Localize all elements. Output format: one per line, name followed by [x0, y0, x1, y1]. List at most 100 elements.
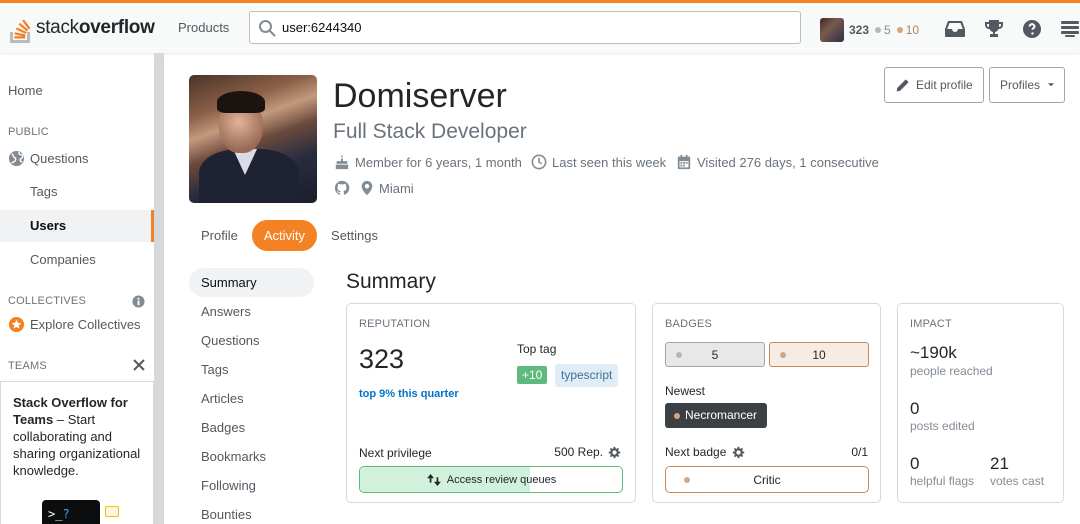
- privilege-name: Access review queues: [360, 467, 622, 492]
- impact-heading: IMPACT: [910, 318, 952, 330]
- search-box[interactable]: [249, 11, 801, 44]
- silver-badges-count: 5: [711, 347, 719, 362]
- top-tag-label: Top tag: [517, 342, 557, 356]
- close-icon[interactable]: [133, 359, 145, 371]
- top-tag-score: +10: [517, 366, 548, 384]
- reputation-value[interactable]: 323: [359, 344, 404, 375]
- sidebar-item-home[interactable]: Home: [0, 75, 154, 107]
- stack-overflow-logo[interactable]: stackoverflow: [8, 11, 155, 45]
- teams-terminal-icon: >_?: [42, 500, 100, 524]
- sidebar-item-companies[interactable]: Companies: [0, 244, 154, 276]
- gear-icon[interactable]: [608, 446, 621, 459]
- bronze-badge-dot-icon: [780, 352, 786, 358]
- bronze-badges-box[interactable]: 10: [769, 342, 869, 367]
- calendar-icon: [677, 154, 691, 170]
- next-privilege-rep-text: 500 Rep.: [554, 445, 603, 459]
- silver-count-text: 5: [884, 23, 891, 37]
- silver-badges-box[interactable]: 5: [665, 342, 765, 367]
- next-privilege-label: Next privilege: [359, 446, 432, 460]
- pencil-icon: [896, 79, 909, 91]
- next-badge-name: Critic: [753, 472, 781, 487]
- chat-bubble-icon: [105, 506, 119, 517]
- avatar[interactable]: [820, 18, 844, 42]
- user-card[interactable]: 323 5 10: [820, 15, 925, 45]
- search-icon: [259, 20, 276, 37]
- sidebar-item-tags[interactable]: Tags: [0, 176, 154, 208]
- stack-overflow-logo-icon: [10, 19, 31, 43]
- location-text: Miami: [379, 180, 414, 196]
- votes-cast-value: 21: [990, 454, 1009, 473]
- inbox-icon[interactable]: [943, 17, 967, 41]
- tab-settings[interactable]: Settings: [319, 220, 390, 251]
- gear-icon[interactable]: [732, 446, 745, 459]
- subnav-badges[interactable]: Badges: [189, 413, 314, 442]
- privilege-name-text: Access review queues: [446, 473, 557, 486]
- profile-tabs: Profile Activity Settings: [189, 220, 392, 251]
- summary-heading: Summary: [346, 270, 436, 293]
- tab-profile[interactable]: Profile: [189, 220, 250, 251]
- last-seen: Last seen this week: [531, 152, 666, 172]
- people-reached-label: people reached: [910, 364, 993, 378]
- subnav-following[interactable]: Following: [189, 471, 314, 500]
- subnav-articles[interactable]: Articles: [189, 384, 314, 413]
- next-badge-progress: 0/1: [851, 445, 868, 459]
- next-badge-label-text: Next badge: [665, 445, 727, 459]
- newest-badge[interactable]: Necromancer: [665, 403, 768, 428]
- sidebar-heading-public: PUBLIC: [8, 126, 49, 138]
- subnav-tags[interactable]: Tags: [189, 355, 314, 384]
- site-switcher-icon[interactable]: [1058, 17, 1080, 41]
- trophy-icon[interactable]: [982, 17, 1006, 41]
- next-badge-dot-icon: [684, 477, 690, 483]
- subnav-bookmarks[interactable]: Bookmarks: [189, 442, 314, 471]
- privilege-progress-bar[interactable]: Access review queues: [359, 466, 623, 493]
- terminal-prompt: >_: [48, 507, 63, 521]
- profile-avatar[interactable]: [189, 75, 317, 203]
- subnav-bounties[interactable]: Bounties: [189, 500, 314, 524]
- terminal-cursor: ?: [62, 507, 70, 521]
- profile-name: Domiserver: [333, 77, 507, 115]
- sidebar-item-explore-collectives[interactable]: Explore Collectives: [0, 309, 154, 341]
- tab-activity[interactable]: Activity: [251, 220, 318, 251]
- bronze-badge-icon: [896, 27, 903, 33]
- newest-badge-text: Necromancer: [685, 408, 758, 422]
- sidebar-item-questions[interactable]: Questions: [0, 143, 154, 175]
- top-tag[interactable]: typescript: [555, 364, 619, 387]
- silver-badge-count: 5: [875, 23, 891, 37]
- github-link[interactable]: [334, 178, 355, 198]
- caret-down-icon: [1048, 83, 1054, 87]
- user-reputation: 323: [849, 23, 870, 37]
- bronze-badge-count: 10: [896, 23, 920, 37]
- teams-promo-card: Stack Overflow for Teams – Start collabo…: [0, 381, 154, 524]
- products-menu[interactable]: Products: [168, 13, 239, 43]
- visited: Visited 276 days, 1 consecutive: [676, 152, 879, 172]
- reputation-heading: REPUTATION: [359, 318, 431, 330]
- impact-card: IMPACT ~190k people reached 0 posts edit…: [897, 303, 1064, 503]
- subnav-answers[interactable]: Answers: [189, 297, 314, 326]
- top-bar: stackoverflow Products 323 5 10: [0, 0, 1080, 53]
- search-input[interactable]: [282, 12, 792, 43]
- sidebar-scrollbar[interactable]: [154, 53, 164, 524]
- visited-text: Visited 276 days, 1 consecutive: [697, 154, 879, 170]
- activity-subnav: Summary Answers Questions Tags Articles …: [189, 268, 314, 524]
- help-icon[interactable]: [1020, 17, 1044, 41]
- bronze-count-text: 10: [905, 23, 920, 37]
- next-badge-label: Next badge: [665, 445, 745, 459]
- collectives-star-icon: [8, 317, 25, 333]
- sidebar-item-users[interactable]: Users: [0, 210, 154, 242]
- reputation-rank-link[interactable]: top 9% this quarter: [359, 388, 459, 400]
- posts-edited-value: 0: [910, 399, 920, 418]
- location-pin-icon: [361, 180, 373, 196]
- subnav-questions[interactable]: Questions: [189, 326, 314, 355]
- profiles-label: Profiles: [1000, 78, 1041, 92]
- badges-heading: BADGES: [665, 318, 713, 330]
- info-icon[interactable]: [132, 295, 145, 308]
- profile-title: Full Stack Developer: [333, 120, 527, 143]
- next-privilege-rep: 500 Rep.: [554, 445, 621, 459]
- clock-icon: [531, 154, 547, 170]
- profiles-dropdown-button[interactable]: Profiles: [989, 67, 1065, 103]
- next-badge-bar[interactable]: Critic: [665, 466, 869, 493]
- edit-profile-button[interactable]: Edit profile: [884, 67, 984, 103]
- subnav-summary[interactable]: Summary: [189, 268, 314, 297]
- newest-badge-dot-icon: [674, 413, 680, 419]
- logo-text-bold: overflow: [78, 17, 155, 38]
